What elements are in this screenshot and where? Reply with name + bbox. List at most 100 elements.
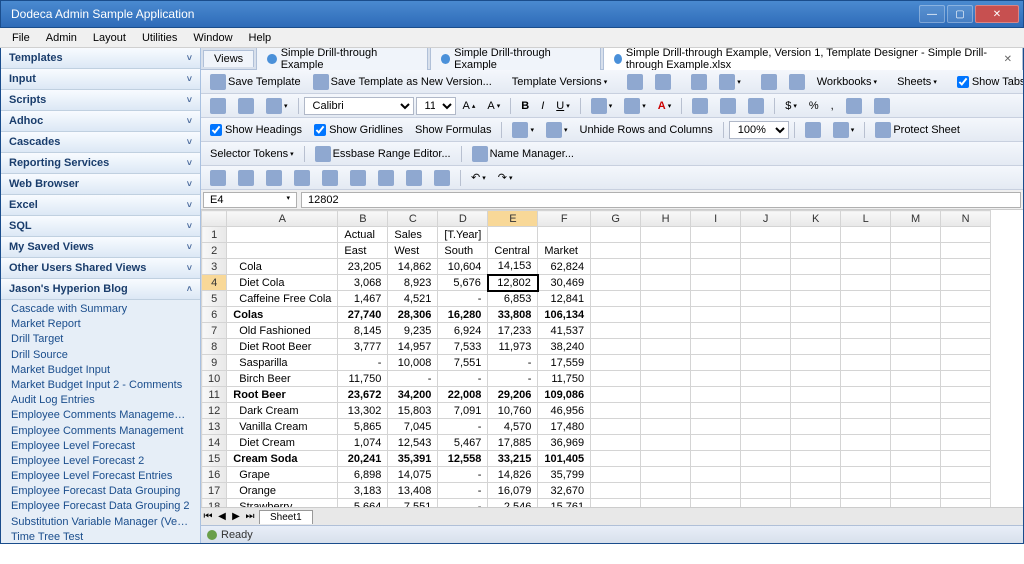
cell-F8[interactable]: 38,240 — [538, 339, 591, 355]
align-right-button[interactable] — [743, 95, 769, 117]
cell-A1[interactable] — [227, 227, 338, 243]
show-tabs-checkbox[interactable]: Show Tabs — [952, 73, 1023, 91]
cell-K17[interactable] — [791, 483, 841, 499]
cell-G6[interactable] — [591, 307, 641, 323]
cell-C14[interactable]: 12,543 — [388, 435, 438, 451]
cell-J6[interactable] — [741, 307, 791, 323]
cell-B5[interactable]: 1,467 — [338, 291, 388, 307]
cell-L8[interactable] — [841, 339, 891, 355]
cell-H15[interactable] — [641, 451, 691, 467]
cell-D10[interactable]: - — [438, 371, 488, 387]
cell-C4[interactable]: 8,923 — [388, 275, 438, 291]
cell-A12[interactable]: Dark Cream — [227, 403, 338, 419]
cell-A14[interactable]: Diet Cream — [227, 435, 338, 451]
cell-I4[interactable] — [691, 275, 741, 291]
sheets-dropdown[interactable]: Sheets ▾ — [892, 73, 942, 91]
cell-B16[interactable]: 6,898 — [338, 467, 388, 483]
cell-F6[interactable]: 106,134 — [538, 307, 591, 323]
menu-window[interactable]: Window — [185, 30, 240, 46]
row-header-12[interactable]: 12 — [202, 403, 227, 419]
cell-K8[interactable] — [791, 339, 841, 355]
cell-G15[interactable] — [591, 451, 641, 467]
cell-J10[interactable] — [741, 371, 791, 387]
cell-E9[interactable]: - — [488, 355, 538, 371]
cell-D1[interactable]: [T.Year] — [438, 227, 488, 243]
m9[interactable] — [429, 167, 455, 189]
cell-L14[interactable] — [841, 435, 891, 451]
row-header-8[interactable]: 8 — [202, 339, 227, 355]
col-header-C[interactable]: C — [388, 211, 438, 227]
sidebar-section-excel[interactable]: Excel˅ — [1, 195, 200, 216]
m5[interactable] — [317, 167, 343, 189]
sidebar-item[interactable]: Employee Forecast Data Grouping 2 — [1, 497, 200, 512]
cell-I8[interactable] — [691, 339, 741, 355]
tool-v2[interactable]: ▾ — [541, 119, 573, 141]
cell-B1[interactable]: Actual — [338, 227, 388, 243]
cell-B12[interactable]: 13,302 — [338, 403, 388, 419]
cell-C18[interactable]: 7,551 — [388, 499, 438, 508]
cell-I1[interactable] — [691, 227, 741, 243]
col-header-D[interactable]: D — [438, 211, 488, 227]
m1[interactable] — [205, 167, 231, 189]
cell-K14[interactable] — [791, 435, 841, 451]
sidebar-item[interactable]: Employee Level Forecast — [1, 437, 200, 452]
protect-sheet-button[interactable]: Protect Sheet — [870, 119, 965, 141]
cell-I6[interactable] — [691, 307, 741, 323]
cell-M6[interactable] — [891, 307, 941, 323]
sidebar-item[interactable]: Market Report — [1, 315, 200, 330]
cell-M10[interactable] — [891, 371, 941, 387]
cell-G12[interactable] — [591, 403, 641, 419]
menu-utilities[interactable]: Utilities — [134, 30, 185, 46]
close-button[interactable]: ✕ — [975, 5, 1019, 23]
sidebar-section-jason-s-hyperion-blog[interactable]: Jason's Hyperion Blog˄ — [1, 279, 200, 300]
cell-A17[interactable]: Orange — [227, 483, 338, 499]
sidebar-section-reporting-services[interactable]: Reporting Services˅ — [1, 153, 200, 174]
col-header-F[interactable]: F — [538, 211, 591, 227]
save-template-new-button[interactable]: Save Template as New Version... — [308, 71, 497, 93]
cell-L12[interactable] — [841, 403, 891, 419]
col-header-H[interactable]: H — [641, 211, 691, 227]
cell-A8[interactable]: Diet Root Beer — [227, 339, 338, 355]
cell-N17[interactable] — [941, 483, 991, 499]
cell-F13[interactable]: 17,480 — [538, 419, 591, 435]
row-header-15[interactable]: 15 — [202, 451, 227, 467]
cell-H16[interactable] — [641, 467, 691, 483]
sidebar-item[interactable]: Audit Log Entries — [1, 391, 200, 406]
cell-B18[interactable]: 5,664 — [338, 499, 388, 508]
comma-button[interactable]: , — [826, 97, 839, 115]
cell-D4[interactable]: 5,676 — [438, 275, 488, 291]
row-header-7[interactable]: 7 — [202, 323, 227, 339]
cell-D7[interactable]: 6,924 — [438, 323, 488, 339]
cell-H7[interactable] — [641, 323, 691, 339]
paste-button[interactable]: ▾ — [261, 95, 293, 117]
cell-L7[interactable] — [841, 323, 891, 339]
sidebar-section-my-saved-views[interactable]: My Saved Views˅ — [1, 237, 200, 258]
tool-icon-5[interactable] — [756, 71, 782, 93]
cell-B14[interactable]: 1,074 — [338, 435, 388, 451]
cell-I18[interactable] — [691, 499, 741, 508]
cell-D5[interactable]: - — [438, 291, 488, 307]
cell-B2[interactable]: East — [338, 243, 388, 259]
cell-N13[interactable] — [941, 419, 991, 435]
sidebar-section-web-browser[interactable]: Web Browser˅ — [1, 174, 200, 195]
align-left-button[interactable] — [687, 95, 713, 117]
cell-H6[interactable] — [641, 307, 691, 323]
cell-E1[interactable] — [488, 227, 538, 243]
cell-M7[interactable] — [891, 323, 941, 339]
sidebar-item[interactable]: Market Budget Input — [1, 361, 200, 376]
cell-E17[interactable]: 16,079 — [488, 483, 538, 499]
m4[interactable] — [289, 167, 315, 189]
row-header-1[interactable]: 1 — [202, 227, 227, 243]
save-template-button[interactable]: Save Template — [205, 71, 306, 93]
col-header-J[interactable]: J — [741, 211, 791, 227]
font-select[interactable]: Calibri — [304, 97, 414, 115]
name-manager-button[interactable]: Name Manager... — [467, 143, 579, 165]
cell-D8[interactable]: 7,533 — [438, 339, 488, 355]
cell-C6[interactable]: 28,306 — [388, 307, 438, 323]
cell-K12[interactable] — [791, 403, 841, 419]
cell-K10[interactable] — [791, 371, 841, 387]
col-header-M[interactable]: M — [891, 211, 941, 227]
tool-v4[interactable]: ▾ — [828, 119, 860, 141]
cell-N4[interactable] — [941, 275, 991, 291]
cell-K3[interactable] — [791, 259, 841, 275]
